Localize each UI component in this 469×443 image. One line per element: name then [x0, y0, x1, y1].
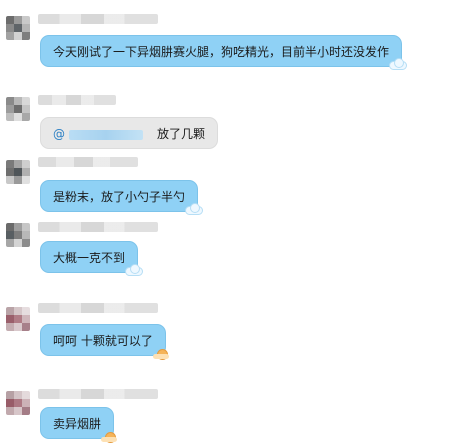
message-bubble[interactable]: 卖异烟肼: [40, 407, 118, 443]
sender-name-blurred: [38, 303, 158, 313]
sun-icon: [101, 430, 119, 443]
message-text: 放了几颗: [157, 127, 206, 141]
cloud-icon: [125, 264, 144, 276]
avatar[interactable]: [6, 391, 30, 415]
message-bubble[interactable]: 呵呵 十颗就可以了: [40, 324, 169, 360]
sun-icon: [152, 347, 171, 360]
cloud-icon: [389, 58, 408, 70]
message-text: 呵呵 十颗就可以了: [53, 334, 153, 348]
sender-name-blurred: [38, 157, 138, 167]
avatar[interactable]: [6, 160, 30, 184]
mention-name-blurred: [69, 129, 143, 140]
message-bubble[interactable]: 今天刚试了一下异烟肼赛火腿，狗吃精光，目前半小时还没发作: [40, 35, 408, 70]
avatar[interactable]: [6, 97, 30, 121]
message-bubble[interactable]: 大概一克不到: [40, 241, 144, 276]
sender-name-blurred: [38, 14, 158, 24]
message-text: 卖异烟肼: [53, 417, 102, 431]
avatar[interactable]: [6, 307, 30, 331]
mention-symbol: @: [53, 127, 65, 141]
sender-name-blurred: [38, 95, 116, 105]
sender-name-blurred: [38, 389, 158, 399]
message-text: 大概一克不到: [53, 251, 126, 265]
avatar[interactable]: [6, 16, 30, 40]
message-text: 今天刚试了一下异烟肼赛火腿，狗吃精光，目前半小时还没发作: [53, 45, 390, 59]
sender-name-blurred: [38, 222, 158, 232]
message-bubble[interactable]: @ 放了几颗: [40, 117, 219, 149]
avatar[interactable]: [6, 223, 30, 247]
cloud-icon: [185, 203, 204, 215]
message-text: 是粉末，放了小勺子半勺: [53, 190, 186, 204]
message-bubble[interactable]: 是粉末，放了小勺子半勺: [40, 180, 204, 215]
